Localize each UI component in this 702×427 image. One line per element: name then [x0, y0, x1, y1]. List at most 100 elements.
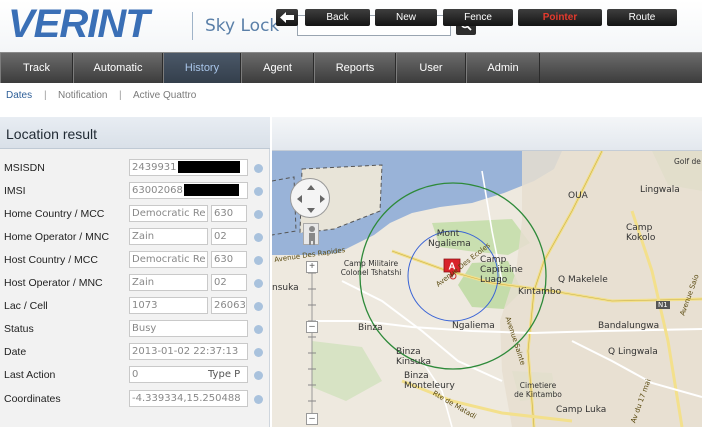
location-result-panel: Location result MSISDN 2439931 IMSI 6300…	[0, 117, 270, 427]
map-label: nsuka	[272, 283, 299, 293]
host-mnc-field[interactable]: 02	[211, 274, 247, 291]
map-label: Camp Luka	[556, 405, 607, 415]
help-icon[interactable]	[254, 187, 263, 196]
last-action-type: Type P	[208, 369, 241, 380]
subnav-separator: |	[44, 90, 47, 101]
host-operator-label: Host Operator / MNC	[4, 277, 103, 289]
home-operator-field[interactable]: Zain	[129, 228, 208, 245]
map-label: Mont Ngaliema	[428, 229, 471, 249]
help-icon[interactable]	[254, 302, 263, 311]
nav-user[interactable]: User	[396, 53, 466, 84]
subnav-separator: |	[119, 90, 122, 101]
msisdn-field[interactable]: 2439931	[129, 159, 248, 176]
help-icon[interactable]	[254, 256, 263, 265]
host-country-field[interactable]: Democratic Re	[129, 251, 208, 268]
zoom-slider-handle[interactable]: –	[306, 321, 318, 333]
last-action-label: Last Action	[4, 369, 56, 381]
help-icon[interactable]	[254, 210, 263, 219]
panel-header: Location result	[0, 117, 270, 149]
map-label: Binza	[358, 323, 383, 333]
subnav-notification[interactable]: Notification	[58, 90, 107, 101]
back-button[interactable]: Back	[305, 9, 370, 26]
nav-admin[interactable]: Admin	[466, 53, 540, 84]
map-label: Cimetiere de Kintambo	[514, 381, 562, 399]
imsi-label: IMSI	[4, 185, 26, 197]
verint-logo: VERINT	[8, 2, 150, 46]
host-mcc-field[interactable]: 630	[211, 251, 247, 268]
last-action-field[interactable]: 0 Type P	[129, 366, 248, 383]
nav-agent[interactable]: Agent	[241, 53, 314, 84]
fence-button[interactable]: Fence	[443, 9, 513, 26]
subnav-active-quattro[interactable]: Active Quattro	[133, 90, 196, 101]
cell-field[interactable]: 26063	[211, 297, 247, 314]
nav-history[interactable]: History	[163, 53, 241, 84]
map-label: Camp Capitaine Luago	[480, 255, 523, 285]
help-icon[interactable]	[254, 164, 263, 173]
map-view[interactable]: + – – A Golf de Kinshasa Lingwala OUA Mo…	[272, 151, 702, 427]
map-toolbar	[272, 117, 702, 151]
help-icon[interactable]	[254, 348, 263, 357]
help-icon[interactable]	[254, 371, 263, 380]
redaction-bar	[183, 184, 239, 196]
coordinates-field[interactable]: -4.339334,15.250488	[129, 390, 248, 407]
imsi-field[interactable]: 63002068	[129, 182, 248, 199]
zoom-in-button[interactable]: +	[306, 261, 318, 273]
coordinates-label: Coordinates	[4, 393, 61, 405]
nav-track[interactable]: Track	[0, 53, 73, 84]
street-view-pegman-icon[interactable]	[303, 223, 319, 245]
map-label: Ngaliema	[452, 321, 495, 331]
home-country-field[interactable]: Democratic Re	[129, 205, 208, 222]
lac-field[interactable]: 1073	[129, 297, 208, 314]
map-canvas	[272, 151, 702, 427]
nav-reports[interactable]: Reports	[314, 53, 396, 84]
home-country-label: Home Country / MCC	[4, 208, 105, 220]
help-icon[interactable]	[254, 395, 263, 404]
map-label: Q Lingwala	[608, 347, 658, 357]
zoom-out-button[interactable]: –	[306, 413, 318, 425]
map-label: Bandalungwa	[598, 321, 660, 331]
help-icon[interactable]	[254, 325, 263, 334]
last-action-value: 0	[132, 369, 139, 380]
map-label: Camp Militaire Colonel Tshatshi	[340, 259, 402, 277]
map-label: Golf de Kinshasa	[674, 157, 702, 166]
pointer-button[interactable]: Pointer	[518, 9, 602, 26]
arrow-left-icon	[280, 12, 294, 23]
sub-nav: Dates | Notification | Active Quattro	[0, 83, 702, 111]
status-field[interactable]: Busy	[129, 320, 248, 337]
map-label: Lingwala	[640, 185, 680, 195]
date-field[interactable]: 2013-01-02 22:37:13	[129, 343, 248, 360]
route-badge: N1	[656, 301, 670, 309]
host-country-label: Host Country / MCC	[4, 254, 98, 266]
app-header: VERINT Sky Lock	[0, 0, 702, 52]
help-icon[interactable]	[254, 233, 263, 242]
status-label: Status	[4, 323, 34, 335]
msisdn-label: MSISDN	[4, 162, 45, 174]
home-mnc-field[interactable]: 02	[211, 228, 247, 245]
panel-title: Location result	[6, 126, 98, 142]
map-label: Binza Kinsuka	[396, 347, 432, 367]
nav-automatic[interactable]: Automatic	[73, 53, 163, 84]
home-operator-label: Home Operator / MNC	[4, 231, 110, 243]
host-operator-field[interactable]: Zain	[129, 274, 208, 291]
imsi-value: 63002068	[132, 185, 183, 196]
logo-divider	[192, 12, 193, 40]
product-name: Sky Lock	[205, 16, 280, 36]
pan-arrows-icon	[297, 185, 325, 213]
date-label: Date	[4, 346, 27, 358]
lac-cell-label: Lac / Cell	[4, 300, 48, 312]
help-icon[interactable]	[254, 279, 263, 288]
redaction-bar	[177, 161, 240, 173]
map-label: Q Makelele	[558, 275, 608, 285]
map-pan-control[interactable]	[290, 178, 330, 218]
subnav-dates[interactable]: Dates	[6, 90, 32, 101]
map-label: OUA	[568, 191, 588, 201]
back-arrow-button[interactable]	[276, 9, 298, 26]
home-mcc-field[interactable]: 630	[211, 205, 247, 222]
main-nav: Track Automatic History Agent Reports Us…	[0, 52, 702, 84]
map-label: Camp Kokolo	[626, 223, 656, 243]
msisdn-value: 2439931	[132, 162, 177, 173]
route-button[interactable]: Route	[607, 9, 677, 26]
new-button[interactable]: New	[375, 9, 437, 26]
map-label: Binza Monteleury	[404, 371, 455, 391]
map-label: Kintambo	[518, 287, 562, 297]
